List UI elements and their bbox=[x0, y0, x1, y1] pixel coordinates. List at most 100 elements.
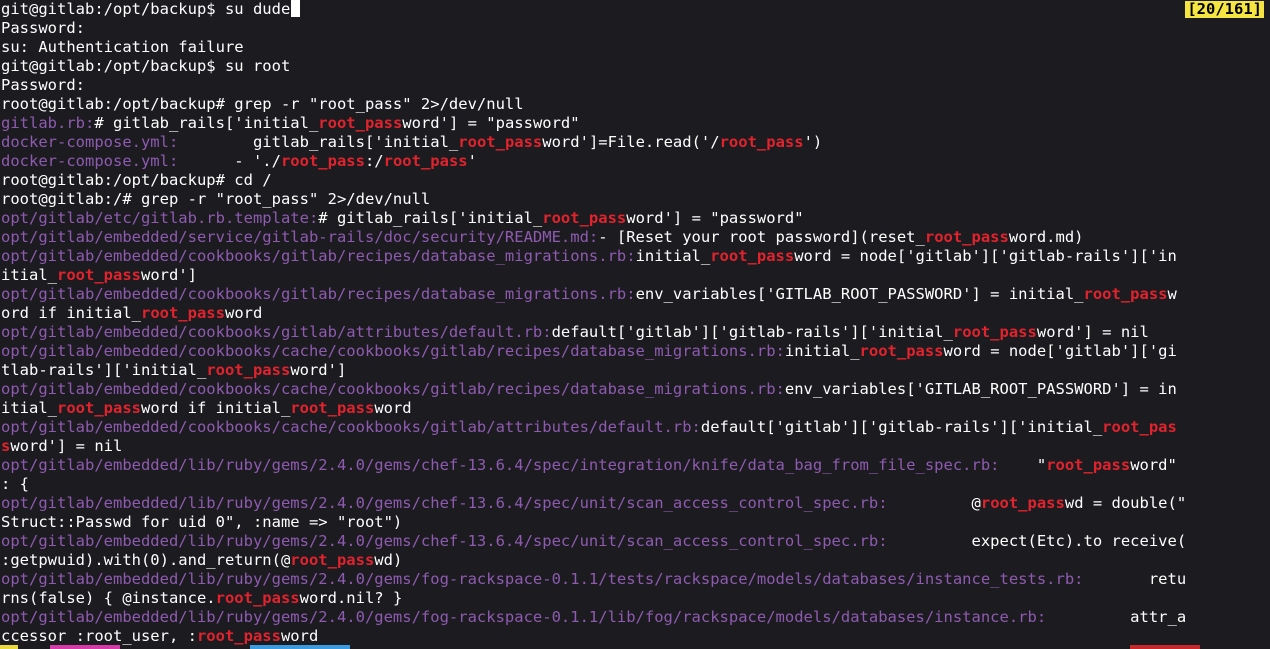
terminal-line: opt/gitlab/embedded/service/gitlab-rails… bbox=[1, 228, 1269, 247]
terminal-text: initial_ bbox=[635, 247, 711, 265]
terminal-text: root@gitlab:/opt/backup# grep -r "root_p… bbox=[1, 95, 524, 113]
file-path-text: opt/gitlab/embedded/cookbooks/cache/cook… bbox=[1, 342, 785, 360]
match-highlight-text: root_pass bbox=[280, 152, 365, 170]
terminal-text: word'] = nil bbox=[10, 437, 123, 455]
terminal-text: : { bbox=[1, 475, 29, 493]
terminal-text: word'] bbox=[290, 361, 347, 379]
terminal-text: itial_ bbox=[1, 399, 57, 417]
terminal-text: word if initial_ bbox=[141, 399, 291, 417]
match-highlight-text: root_pass bbox=[206, 361, 291, 379]
terminal-text: w bbox=[1167, 285, 1177, 303]
terminal-text: :/ bbox=[364, 152, 384, 170]
status-segment-yellow bbox=[0, 645, 18, 649]
terminal-text: default['gitlab']['gitlab-rails']['initi… bbox=[700, 418, 1103, 436]
terminal-text: word.md) bbox=[1008, 228, 1084, 246]
terminal-line: tlab-rails']['initial_root_password'] bbox=[1, 361, 1269, 380]
terminal-text: root@gitlab:/# grep -r "root_pass" 2>/de… bbox=[1, 190, 431, 208]
terminal-text: expect(Etc).to receive( bbox=[887, 532, 1187, 550]
terminal-line: ord if initial_root_password bbox=[1, 304, 1269, 323]
match-highlight-text: root_pass bbox=[710, 247, 795, 265]
terminal-line: rns(false) { @instance.root_password.nil… bbox=[1, 589, 1269, 608]
terminal-line: docker-compose.yml: gitlab_rails['initia… bbox=[1, 133, 1269, 152]
scroll-position-badge: [20/161] bbox=[1185, 0, 1264, 18]
terminal-text: Struct::Passwd for uid 0", :name => "roo… bbox=[1, 513, 403, 531]
terminal-line: itial_root_password'] bbox=[1, 266, 1269, 285]
terminal-text: default['gitlab']['gitlab-rails']['initi… bbox=[551, 323, 953, 341]
terminal-text: ') bbox=[803, 133, 823, 151]
match-highlight-text: root_pass bbox=[196, 627, 281, 645]
terminal-line: opt/gitlab/embedded/lib/ruby/gems/2.4.0/… bbox=[1, 532, 1269, 551]
match-highlight-text: root_pass bbox=[1083, 285, 1168, 303]
terminal-text: word bbox=[224, 304, 263, 322]
terminal-line: docker-compose.yml: - './root_pass:/root… bbox=[1, 152, 1269, 171]
file-path-text: opt/gitlab/embedded/lib/ruby/gems/2.4.0/… bbox=[1, 532, 888, 550]
terminal-line: :getpwuid).with(0).and_return(@root_pass… bbox=[1, 551, 1269, 570]
match-highlight-text: root_pass bbox=[290, 551, 375, 569]
terminal-line: git@gitlab:/opt/backup$ su dude bbox=[1, 0, 1269, 19]
match-highlight-text: root_pass bbox=[215, 589, 300, 607]
terminal-line: git@gitlab:/opt/backup$ su root bbox=[1, 57, 1269, 76]
terminal-text: word = node['gitlab']['gitlab-rails']['i… bbox=[794, 247, 1177, 265]
terminal-line: itial_root_password if initial_root_pass… bbox=[1, 399, 1269, 418]
match-highlight-text: root_pass bbox=[57, 399, 141, 417]
terminal-line: opt/gitlab/embedded/cookbooks/gitlab/rec… bbox=[1, 285, 1269, 304]
match-highlight-text: root_pass bbox=[719, 133, 804, 151]
file-path-text: opt/gitlab/etc/gitlab.rb.template: bbox=[1, 209, 319, 227]
file-path-text: gitlab.rb: bbox=[1, 114, 95, 132]
match-highlight-text: root_pass bbox=[318, 114, 403, 132]
terminal-text: ord if initial_ bbox=[1, 304, 141, 322]
match-highlight-text: s bbox=[1, 437, 11, 455]
file-path-text: opt/gitlab/embedded/cookbooks/cache/cook… bbox=[1, 380, 785, 398]
file-path-text: opt/gitlab/embedded/service/gitlab-rails… bbox=[1, 228, 599, 246]
terminal-text: initial_ bbox=[784, 342, 860, 360]
status-segment-red bbox=[1130, 645, 1200, 649]
file-path-text: docker-compose.yml: bbox=[1, 133, 179, 151]
file-path-text: opt/gitlab/embedded/lib/ruby/gems/2.4.0/… bbox=[1, 570, 1084, 588]
terminal-line: opt/gitlab/embedded/cookbooks/cache/cook… bbox=[1, 380, 1269, 399]
terminal-text: root@gitlab:/opt/backup# cd / bbox=[1, 171, 272, 189]
terminal-text: # gitlab_rails['initial_ bbox=[318, 209, 543, 227]
file-path-text: opt/gitlab/embedded/lib/ruby/gems/2.4.0/… bbox=[1, 608, 1047, 626]
terminal-text: # gitlab_rails['initial_ bbox=[94, 114, 319, 132]
file-path-text: opt/gitlab/embedded/cookbooks/cache/cook… bbox=[1, 418, 701, 436]
file-path-text: opt/gitlab/embedded/cookbooks/gitlab/att… bbox=[1, 323, 552, 341]
terminal-line: opt/gitlab/embedded/lib/ruby/gems/2.4.0/… bbox=[1, 570, 1269, 589]
terminal-text: :getpwuid).with(0).and_return(@ bbox=[1, 551, 291, 569]
terminal-text: git@gitlab:/opt/backup$ su dude bbox=[1, 0, 291, 18]
terminal-text: git@gitlab:/opt/backup$ su root bbox=[1, 57, 291, 75]
terminal-text: itial_ bbox=[1, 266, 57, 284]
terminal-text: - [Reset your root password](reset_ bbox=[598, 228, 925, 246]
terminal-line: sword'] = nil bbox=[1, 437, 1269, 456]
terminal-line: : { bbox=[1, 475, 1269, 494]
terminal-text: env_variables['GITLAB_ROOT_PASSWORD'] = … bbox=[784, 380, 1177, 398]
terminal-line: gitlab.rb:# gitlab_rails['initial_root_p… bbox=[1, 114, 1269, 133]
status-segment-pink bbox=[50, 645, 120, 649]
terminal-text: ccessor :root_user, : bbox=[1, 627, 197, 645]
terminal-text: word'] bbox=[141, 266, 197, 284]
terminal-line: opt/gitlab/embedded/cookbooks/gitlab/att… bbox=[1, 323, 1269, 342]
match-highlight-text: root_pass bbox=[57, 266, 141, 284]
terminal-line: opt/gitlab/embedded/lib/ruby/gems/2.4.0/… bbox=[1, 608, 1269, 627]
terminal-line: Password: bbox=[1, 19, 1269, 38]
match-highlight-text: root_pass bbox=[542, 209, 627, 227]
terminal-line: ccessor :root_user, :root_password bbox=[1, 627, 1269, 645]
terminal-output[interactable]: git@gitlab:/opt/backup$ su dude Password:… bbox=[1, 0, 1269, 645]
status-segment-blue bbox=[250, 645, 350, 649]
terminal-text: word'] = nil bbox=[1036, 323, 1149, 341]
terminal-text: env_variables['GITLAB_ROOT_PASSWORD'] = … bbox=[635, 285, 1084, 303]
status-strip bbox=[0, 645, 1270, 649]
terminal-text: word bbox=[280, 627, 319, 645]
terminal-text: Password: bbox=[1, 76, 85, 94]
terminal-line: su: Authentication failure bbox=[1, 38, 1269, 57]
terminal-line: Struct::Passwd for uid 0", :name => "roo… bbox=[1, 513, 1269, 532]
terminal-text: gitlab_rails['initial_ bbox=[178, 133, 459, 151]
terminal-text: su: Authentication failure bbox=[1, 38, 244, 56]
file-path-text: docker-compose.yml: bbox=[1, 152, 179, 170]
terminal-line: opt/gitlab/embedded/cookbooks/cache/cook… bbox=[1, 342, 1269, 361]
file-path-text: opt/gitlab/embedded/cookbooks/gitlab/rec… bbox=[1, 247, 636, 265]
file-path-text: opt/gitlab/embedded/lib/ruby/gems/2.4.0/… bbox=[1, 456, 1000, 474]
match-highlight-text: root_pass bbox=[383, 152, 468, 170]
match-highlight-text: root_pass bbox=[924, 228, 1009, 246]
terminal-text: - './ bbox=[178, 152, 281, 170]
terminal-text: word" bbox=[1130, 456, 1177, 474]
